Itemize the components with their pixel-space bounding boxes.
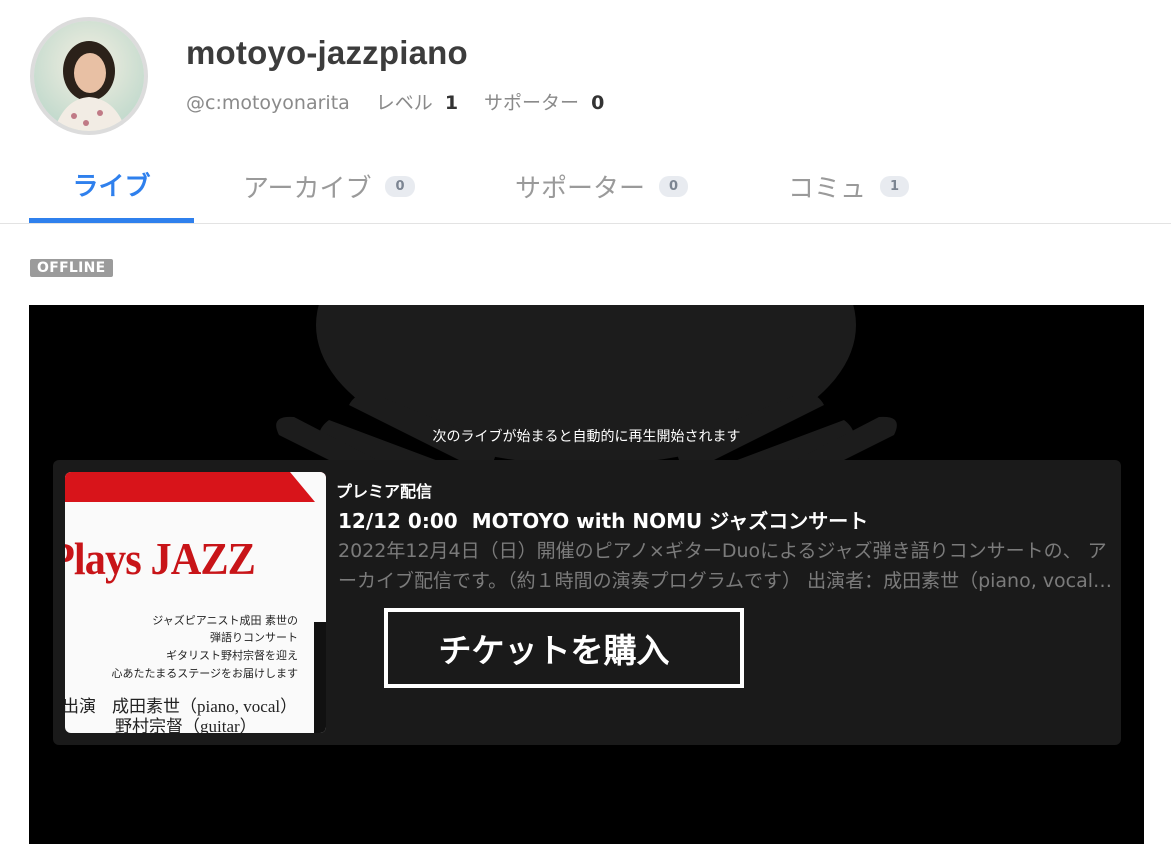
- thumbnail-line-1: ジャズピアニスト成田 素世の: [152, 614, 298, 627]
- autoplay-notice: 次のライブが始まると自動的に再生開始されます: [432, 429, 741, 445]
- channel-handle: @c:motoyonarita: [186, 92, 350, 114]
- channel-name: motoyo-jazzpiano: [186, 34, 468, 71]
- avatar-photo: [34, 21, 144, 131]
- tab-supporters[interactable]: サポーター 0: [515, 150, 689, 222]
- tab-supporters-count: 0: [659, 175, 689, 197]
- event-description: 2022年12月4日（日）開催のピアノ×ギターDuoによるジャズ弾き語りコンサー…: [338, 540, 1113, 592]
- tab-supporters-label: サポーター: [515, 173, 646, 204]
- avatar[interactable]: [30, 17, 148, 135]
- tab-archive[interactable]: アーカイブ 0: [243, 150, 415, 222]
- supporters-value: 0: [591, 92, 605, 114]
- tab-archive-count: 0: [385, 175, 415, 197]
- thumbnail-band-cut: [290, 472, 326, 502]
- event-thumbnail[interactable]: Plays JAZZ ジャズピアニスト成田 素世の 弾語りコンサート ギタリスト…: [65, 472, 326, 733]
- thumbnail-line-2: 弾語りコンサート: [210, 631, 298, 644]
- thumbnail-line-3: ギタリスト野村宗督を迎え: [166, 649, 298, 662]
- tab-live-label: ライブ: [72, 171, 151, 202]
- thumbnail-dark-edge: [314, 622, 326, 733]
- channel-meta: @c:motoyonarita レベル 1 サポーター 0: [186, 88, 604, 115]
- premiere-label: プレミア配信: [336, 482, 433, 501]
- tab-bar: ライブ アーカイブ 0 サポーター 0 コミュ 1: [0, 150, 1171, 224]
- thumbnail-line-4: 心あたたまるステージをお届けします: [111, 667, 298, 680]
- event-name: MOTOYO with NOMU ジャズコンサート: [471, 509, 869, 533]
- supporters-label: サポーター: [484, 92, 580, 114]
- buy-ticket-button[interactable]: チケットを購入: [384, 608, 744, 688]
- thumbnail-performer-2: 野村宗督（guitar）: [115, 717, 257, 733]
- tab-community[interactable]: コミュ 1: [788, 150, 910, 222]
- tab-archive-label: アーカイブ: [243, 173, 372, 204]
- status-badge: OFFLINE: [30, 259, 113, 277]
- tab-community-count: 1: [880, 175, 910, 197]
- event-date: 12/12 0:00: [338, 509, 458, 533]
- video-player[interactable]: 次のライブが始まると自動的に再生開始されます Plays JAZZ ジャズピアニ…: [29, 305, 1144, 844]
- thumbnail-title: Plays JAZZ: [65, 533, 256, 584]
- thumbnail-performers-label: 出演: [65, 697, 96, 716]
- event-title[interactable]: 12/12 0:00 MOTOYO with NOMU ジャズコンサート: [338, 505, 868, 534]
- level-label: レベル: [375, 92, 433, 114]
- level-value: 1: [444, 92, 459, 114]
- tab-community-label: コミュ: [788, 173, 867, 204]
- tab-live[interactable]: ライブ: [29, 150, 194, 223]
- upcoming-live-card[interactable]: Plays JAZZ ジャズピアニスト成田 素世の 弾語りコンサート ギタリスト…: [53, 460, 1121, 745]
